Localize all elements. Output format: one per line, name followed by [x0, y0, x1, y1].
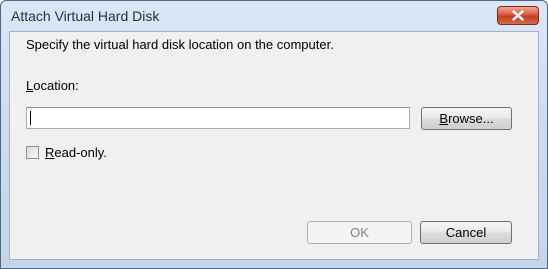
instruction-text: Specify the virtual hard disk location o… — [26, 37, 334, 52]
browse-label-rest: rowse... — [448, 111, 494, 126]
location-input[interactable] — [26, 107, 410, 129]
title-bar[interactable]: Attach Virtual Hard Disk — [1, 1, 547, 31]
browse-button[interactable]: Browse... — [421, 107, 512, 130]
close-icon — [512, 10, 524, 21]
close-button[interactable] — [497, 6, 539, 25]
ok-button[interactable]: OK — [307, 221, 412, 244]
location-label: Location: — [26, 78, 79, 93]
browse-access-key: B — [439, 111, 449, 126]
read-only-label[interactable]: Read-only. — [45, 145, 107, 160]
location-label-rest: ocation: — [33, 78, 79, 93]
text-caret — [30, 111, 31, 125]
window-title: Attach Virtual Hard Disk — [11, 8, 160, 24]
read-only-label-rest: ead-only. — [54, 145, 107, 160]
read-only-checkbox[interactable] — [26, 146, 39, 159]
cancel-button[interactable]: Cancel — [420, 221, 512, 244]
read-only-access-key: R — [45, 145, 55, 160]
